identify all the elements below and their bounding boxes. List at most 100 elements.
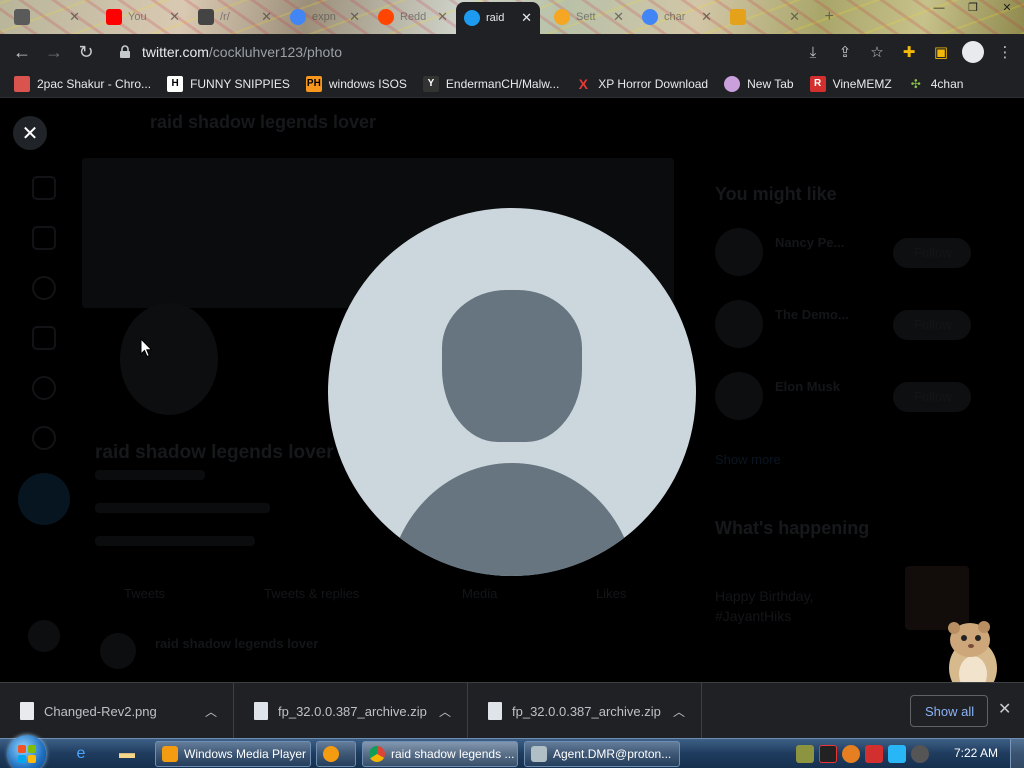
tab-7[interactable]: char ✕ [634, 3, 720, 31]
bookmark-item[interactable]: Y EndermanCH/Malw... [422, 75, 559, 92]
tab-close-icon[interactable]: ✕ [789, 9, 800, 25]
tab-title: /r/ [220, 11, 230, 23]
taskbar-item-active[interactable]: raid shadow legends ... [362, 741, 518, 767]
bookmark-item[interactable]: 2pac Shakur - Chro... [14, 75, 152, 92]
bookmark-item[interactable]: ✣ 4chan [908, 76, 964, 92]
taskbar-clock[interactable]: 7:22 AM [954, 746, 998, 760]
side-panel-icon[interactable]: ▣ [928, 38, 954, 66]
tab-2[interactable]: /r/ ✕ [190, 3, 280, 31]
taskbar-item-label: Agent.DMR@proton... [553, 747, 672, 761]
profile-joined-ghost [95, 503, 270, 513]
tweet-avatar [100, 633, 136, 669]
tab-close-icon[interactable]: ✕ [521, 10, 532, 26]
tab-favicon [730, 9, 746, 25]
menu-icon[interactable]: ⋮ [992, 38, 1018, 66]
suggestion-name: Nancy Pe... [775, 235, 845, 250]
suggestion-avatar [715, 372, 763, 420]
image-file-icon [20, 702, 34, 720]
share-icon[interactable]: ⇪ [832, 38, 858, 66]
bookmark-item[interactable]: X XP Horror Download [575, 76, 709, 92]
who-to-follow-heading: You might like [715, 184, 837, 204]
tab-tweets: Tweets [124, 586, 166, 601]
tab-likes: Likes [596, 586, 627, 601]
tab-close-icon[interactable]: ✕ [349, 9, 360, 25]
plus-icon: + [824, 8, 834, 25]
tab-close-icon[interactable]: ✕ [261, 9, 272, 25]
file-explorer-icon[interactable]: ▬ [114, 742, 140, 766]
account-avatar [28, 620, 60, 652]
tab-active[interactable]: raid ✕ [456, 2, 540, 34]
tab-close-icon[interactable]: ✕ [69, 9, 80, 25]
forward-icon[interactable]: → [38, 36, 70, 68]
maximize-icon[interactable]: ❐ [956, 0, 990, 16]
tab-close-icon[interactable]: ✕ [613, 9, 624, 25]
download-item[interactable]: Changed-Rev2.png ︿ [0, 683, 234, 739]
profile-avatar-ghost [120, 303, 218, 415]
tab-0[interactable]: ✕ [6, 3, 88, 31]
taskbar-item[interactable] [316, 741, 356, 767]
tray-icon[interactable] [819, 745, 837, 763]
tab-close-icon[interactable]: ✕ [437, 9, 448, 25]
flag-icon[interactable] [865, 745, 883, 763]
youtube-icon [106, 9, 122, 25]
start-button[interactable] [8, 735, 46, 768]
show-more-link: Show more [715, 452, 781, 467]
follow-button: Follow [893, 382, 971, 412]
extensions-icon[interactable]: ✚ [896, 38, 922, 66]
volume-icon[interactable] [911, 745, 929, 763]
more-icon [32, 426, 56, 450]
tray-icon[interactable] [842, 745, 860, 763]
back-icon[interactable]: ← [6, 36, 38, 68]
taskbar-item-label: raid shadow legends ... [391, 747, 515, 761]
star-icon[interactable]: ☆ [864, 38, 890, 66]
download-filename: fp_32.0.0.387_archive.zip [512, 703, 661, 719]
new-tab-button[interactable]: + [812, 3, 842, 31]
close-window-icon[interactable]: ✕ [990, 0, 1024, 16]
show-desktop-button[interactable] [1010, 739, 1024, 768]
bookmark-item[interactable]: New Tab [724, 75, 794, 92]
chevron-up-icon[interactable]: ︿ [673, 703, 685, 720]
tab-media: Media [462, 586, 498, 601]
bookmark-item[interactable]: R VineMEMZ [809, 75, 892, 92]
tab-6[interactable]: Sett ✕ [546, 3, 632, 31]
download-item[interactable]: fp_32.0.0.387_archive.zip ︿ [468, 683, 702, 739]
bookmark-item[interactable]: PH windows ISOS [305, 75, 407, 92]
profile-avatar[interactable] [960, 38, 986, 66]
profile-handle-ghost [95, 470, 205, 480]
monitor-icon[interactable] [888, 745, 906, 763]
bookmark-icon [724, 75, 741, 92]
profile-photo [328, 208, 696, 576]
close-photo-button[interactable]: ✕ [13, 116, 47, 150]
tab-close-icon[interactable]: ✕ [701, 9, 712, 25]
bookmark-label: New Tab [747, 76, 794, 91]
google-icon [290, 9, 306, 25]
minimize-icon[interactable]: — [922, 0, 956, 16]
close-downloads-icon[interactable]: ✕ [998, 699, 1011, 719]
media-player-icon [162, 746, 178, 762]
tab-1[interactable]: You ✕ [98, 3, 188, 31]
taskbar-item[interactable]: Agent.DMR@proton... [524, 741, 680, 767]
url-host: twitter.com [142, 44, 209, 60]
chevron-up-icon[interactable]: ︿ [205, 703, 217, 720]
internet-explorer-icon[interactable]: e [68, 742, 94, 766]
tab-close-icon[interactable]: ✕ [169, 9, 180, 25]
tweet-author: raid shadow legends lover [155, 636, 319, 651]
tray-icon[interactable] [796, 745, 814, 763]
tab-4[interactable]: Redd ✕ [370, 3, 456, 31]
bookmark-icon: R [809, 75, 826, 92]
show-all-button[interactable]: Show all [910, 695, 988, 727]
notifications-icon [32, 276, 56, 300]
tab-8[interactable]: ✕ [722, 3, 808, 31]
whats-happening-heading: What's happening [715, 518, 870, 538]
google-icon [642, 9, 658, 25]
bookmark-label: 2pac Shakur - Chro... [37, 76, 152, 91]
address-bar[interactable]: twitter.com/cockluhver123/photo [108, 37, 886, 67]
tab-3[interactable]: expn ✕ [282, 3, 368, 31]
reddit-icon [378, 9, 394, 25]
reload-icon[interactable]: ↻ [70, 36, 102, 68]
chevron-up-icon[interactable]: ︿ [439, 703, 451, 720]
taskbar-item[interactable]: Windows Media Player [155, 741, 311, 767]
bookmark-item[interactable]: H FUNNY SNIPPIES [167, 75, 290, 92]
install-icon[interactable]: ⤓ [800, 38, 826, 66]
download-item[interactable]: fp_32.0.0.387_archive.zip ︿ [234, 683, 468, 739]
